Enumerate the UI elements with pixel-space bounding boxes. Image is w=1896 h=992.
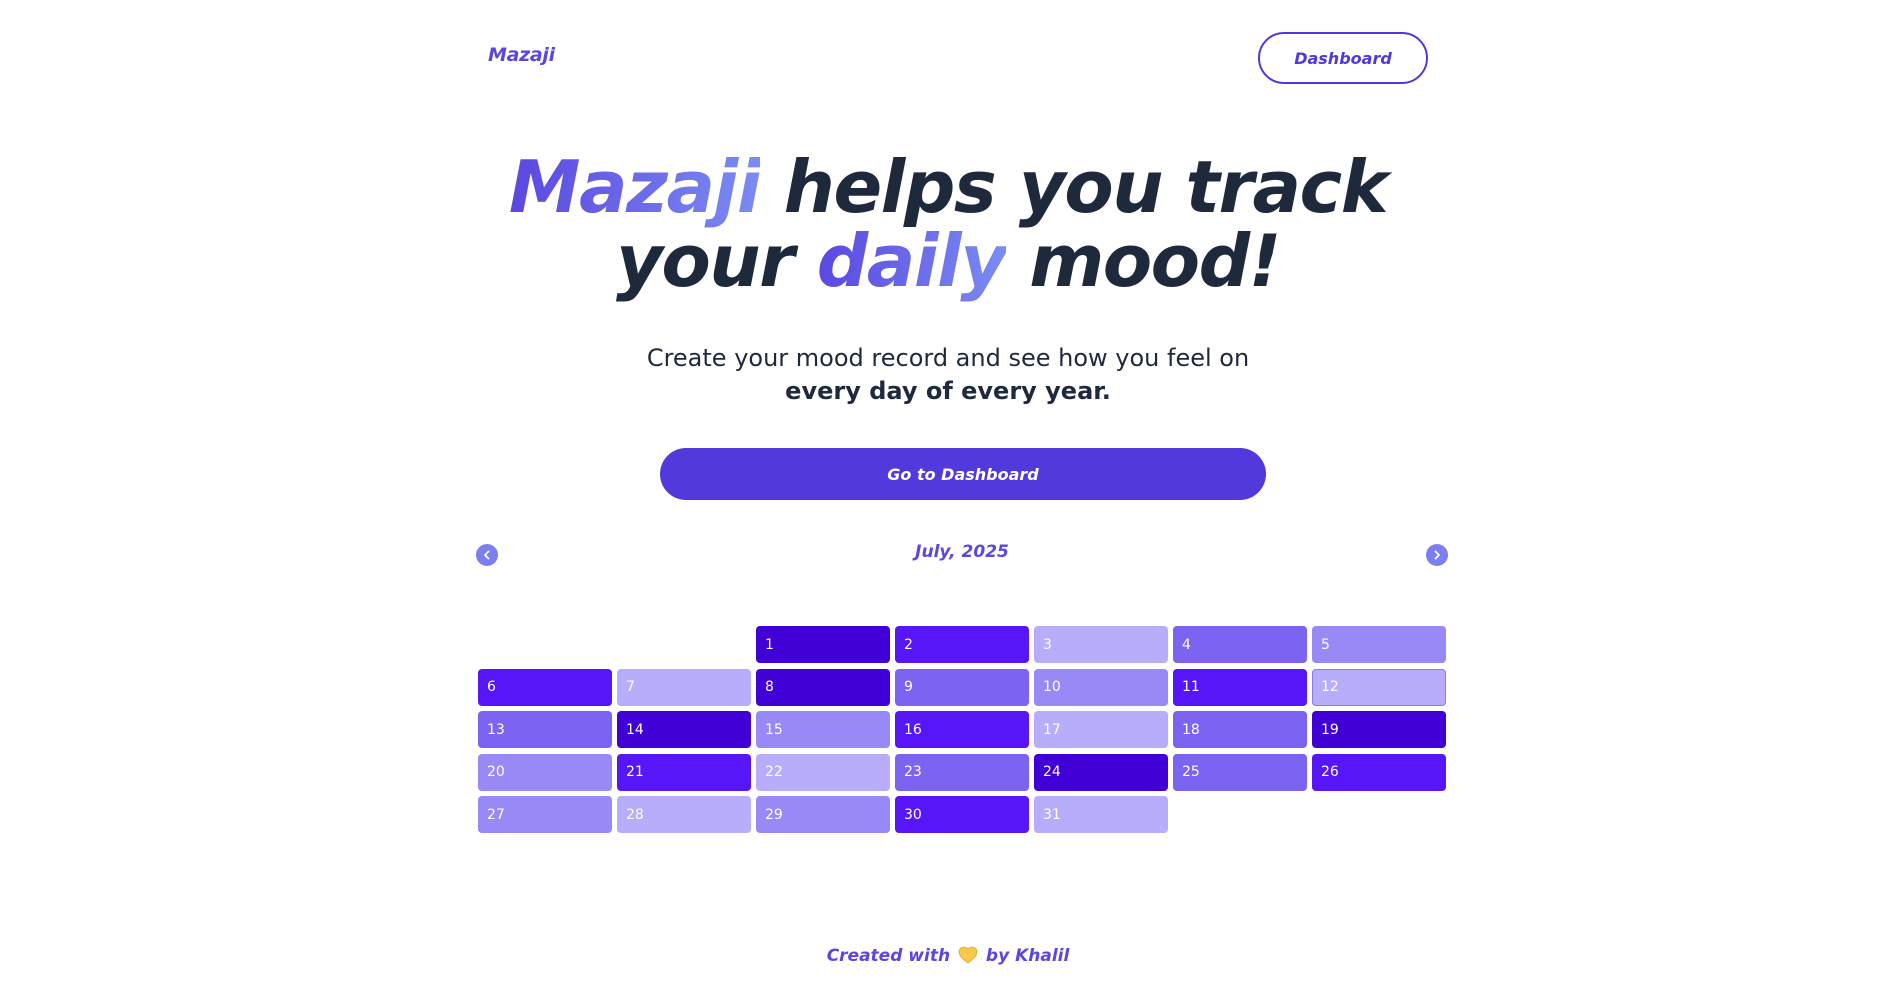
calendar-day-cell[interactable]: 22 — [756, 753, 890, 791]
calendar-day-cell[interactable]: 13 — [478, 711, 612, 748]
month-label: July, 2025 — [915, 542, 1009, 562]
footer: Created with by Khalil — [448, 946, 1448, 969]
calendar-day-cell[interactable]: 25 — [1173, 753, 1307, 791]
calendar-day-cell[interactable]: 12 — [1312, 668, 1446, 706]
calendar-day-cell[interactable]: 26 — [1312, 753, 1446, 791]
title-text-1: helps you track — [760, 145, 1389, 229]
calendar-day-cell[interactable]: 21 — [617, 753, 751, 791]
hero-title: Mazaji helps you track your daily mood! — [448, 150, 1448, 298]
calendar-day-cell[interactable]: 14 — [617, 711, 751, 748]
subtitle-line-2: every day of every year. — [785, 377, 1111, 405]
brand-name: Mazaji — [508, 145, 762, 229]
calendar-day-cell[interactable]: 23 — [895, 753, 1029, 791]
calendar-day-cell[interactable]: 20 — [478, 753, 612, 791]
yellow-heart-icon — [958, 946, 978, 969]
calendar-day-cell[interactable]: 17 — [1034, 711, 1168, 748]
footer-suffix: by Khalil — [985, 946, 1070, 966]
calendar-day-cell[interactable]: 29 — [756, 796, 890, 833]
calendar-day-cell[interactable]: 1 — [756, 626, 890, 663]
calendar-day-cell[interactable]: 31 — [1034, 796, 1168, 833]
calendar-empty-cell — [478, 626, 612, 663]
calendar-day-cell[interactable]: 28 — [617, 796, 751, 833]
highlight-word: daily — [816, 219, 1007, 303]
title-text-3: mood! — [1005, 219, 1281, 303]
calendar-day-cell[interactable]: 11 — [1173, 668, 1307, 706]
calendar-day-cell[interactable]: 6 — [478, 668, 612, 706]
calendar-day-cell[interactable]: 2 — [895, 626, 1029, 663]
calendar-empty-cell — [617, 626, 751, 663]
go-to-dashboard-button[interactable]: Go to Dashboard — [660, 448, 1266, 500]
calendar-day-cell[interactable]: 3 — [1034, 626, 1168, 663]
hero-subtitle: Create your mood record and see how you … — [548, 342, 1348, 408]
calendar-day-cell[interactable]: 30 — [895, 796, 1029, 833]
logo[interactable]: Mazaji — [488, 44, 555, 66]
calendar-day-cell[interactable]: 10 — [1034, 668, 1168, 706]
calendar-day-cell[interactable]: 16 — [895, 711, 1029, 748]
calendar-day-cell[interactable]: 4 — [1173, 626, 1307, 663]
calendar-day-cell[interactable]: 7 — [617, 668, 751, 706]
calendar-day-cell[interactable]: 8 — [756, 668, 890, 706]
mood-calendar-grid: 1 2 3 4 5 6 7 8 9 10 11 12 13 14 15 16 17 18 19 20 21 22 23 24 2… — [478, 626, 1448, 833]
calendar-navigation: July, 2025 — [476, 538, 1448, 572]
calendar-day-cell[interactable]: 5 — [1312, 626, 1446, 663]
calendar-day-cell[interactable]: 18 — [1173, 711, 1307, 748]
calendar-day-cell[interactable]: 27 — [478, 796, 612, 833]
title-text-2: your — [615, 219, 817, 303]
calendar-day-cell[interactable]: 19 — [1312, 711, 1446, 748]
landing-page: Mazaji Dashboard Mazaji helps you track y… — [0, 0, 1896, 992]
subtitle-line-1: Create your mood record and see how you … — [646, 344, 1250, 372]
dashboard-button[interactable]: Dashboard — [1258, 32, 1428, 84]
footer-prefix: Created with — [826, 946, 951, 966]
calendar-day-cell[interactable]: 9 — [895, 668, 1029, 706]
calendar-day-cell[interactable]: 24 — [1034, 753, 1168, 791]
chevron-right-icon[interactable] — [1426, 544, 1448, 566]
top-header: Mazaji Dashboard — [472, 30, 1432, 86]
calendar-day-cell[interactable]: 15 — [756, 711, 890, 748]
